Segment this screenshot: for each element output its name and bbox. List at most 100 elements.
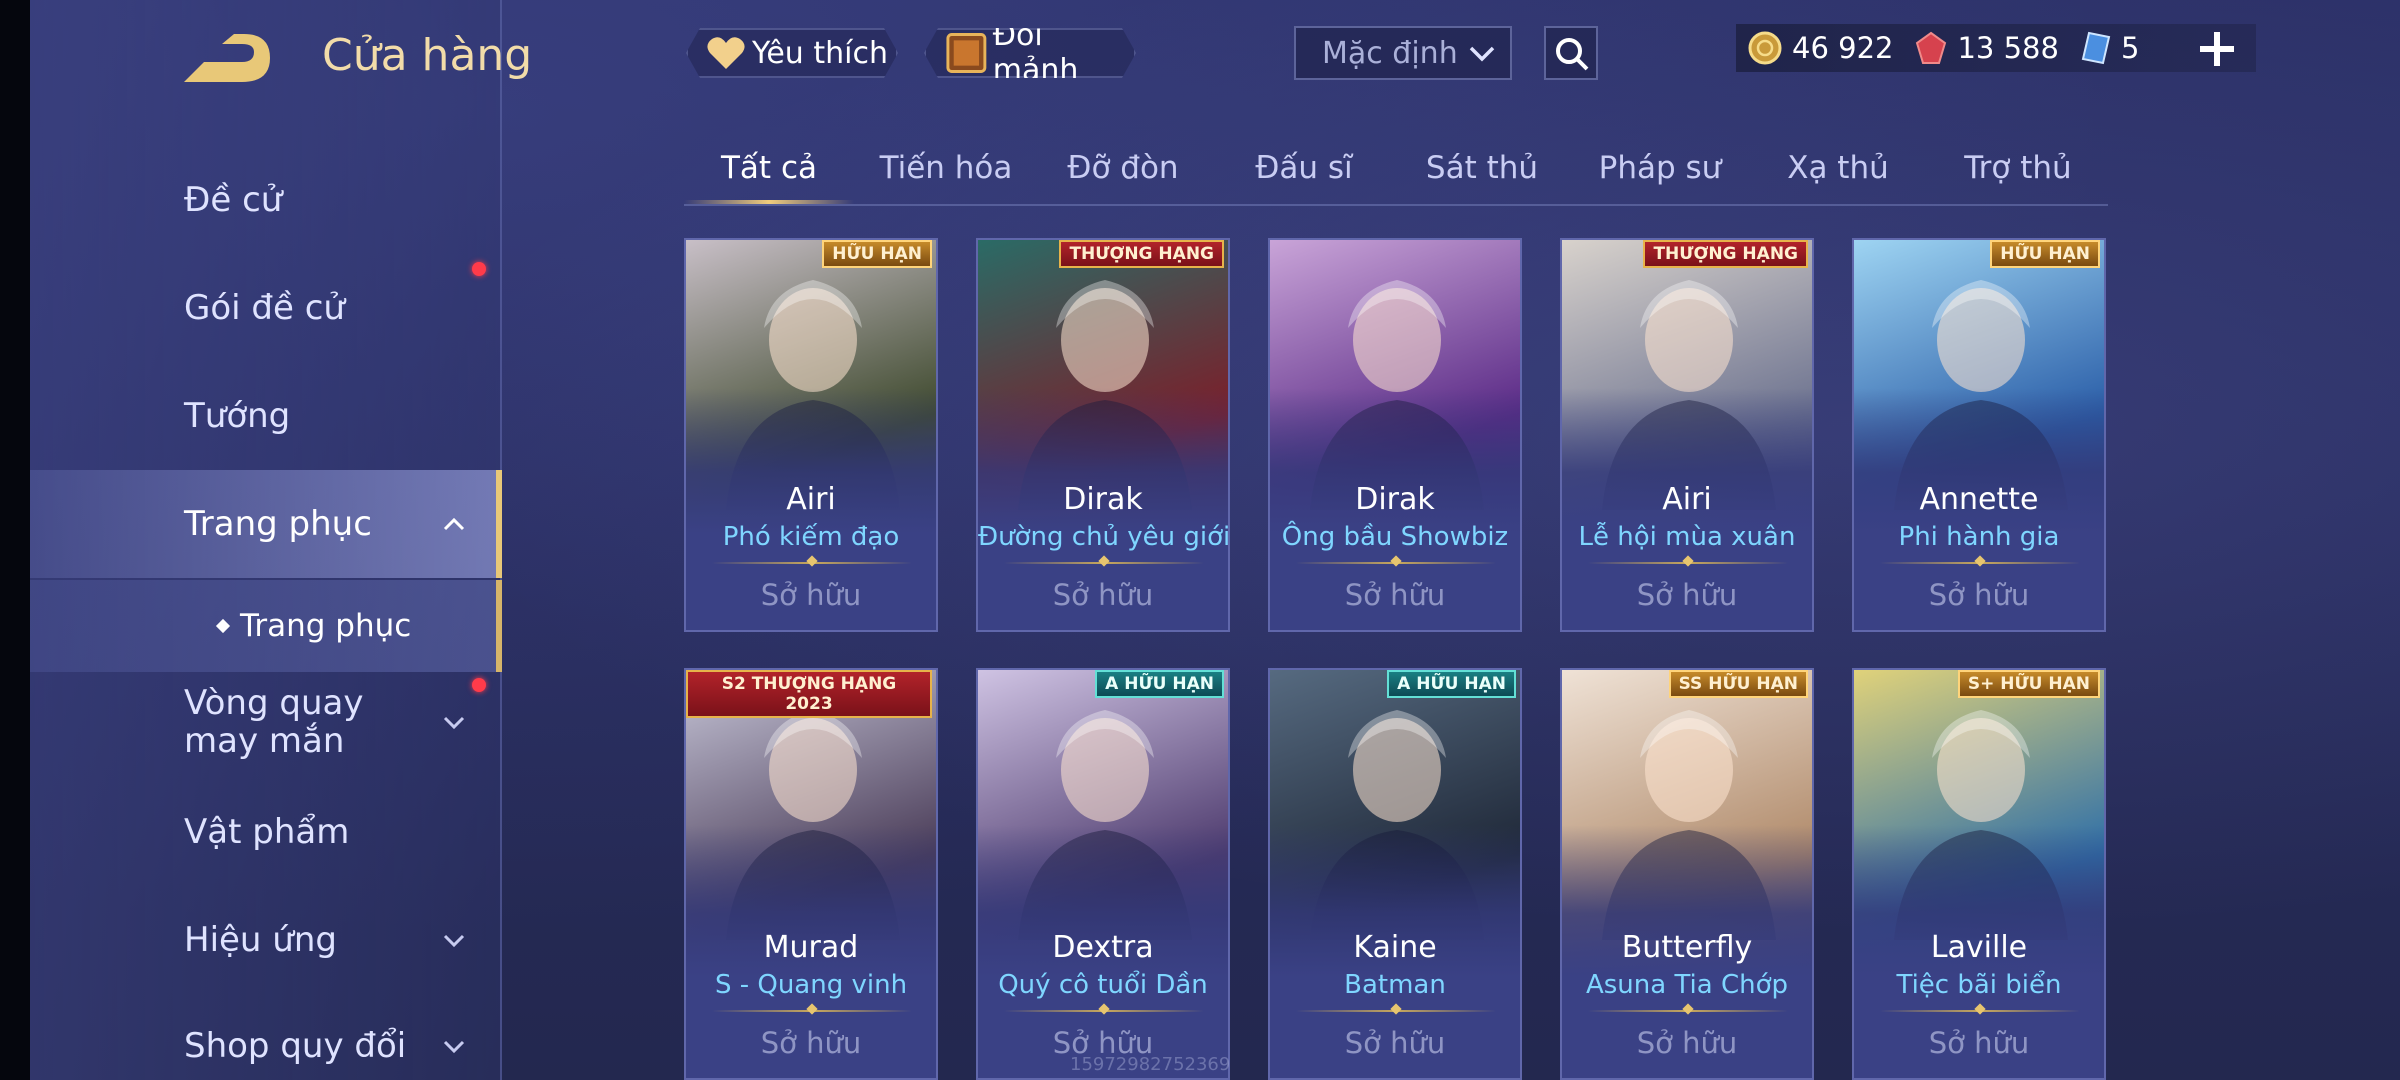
tab-mage[interactable]: Pháp sư [1570, 140, 1750, 204]
tab-label: Trợ thủ [1964, 150, 2072, 186]
active-tab-indicator [684, 200, 854, 204]
add-currency-button[interactable] [2194, 26, 2240, 72]
divider [712, 1010, 912, 1012]
skin-card[interactable]: A HỮU HẠN Kaine Batman Sở hữu [1268, 668, 1522, 1080]
skin-name: Asuna Tia Chớp [1585, 970, 1789, 1000]
skin-name: Lễ hội mùa xuân [1578, 522, 1796, 552]
skin-card[interactable]: S2 THƯỢNG HẠNG 2023 Murad S - Quang vinh Sở… [684, 668, 938, 1080]
rarity-badge: SS HỮU HẠN [1668, 670, 1808, 698]
shard-exchange-label: Đổi mảnh [992, 18, 1079, 88]
hero-name: Dirak [1063, 482, 1143, 517]
chevron-up-icon [443, 517, 465, 531]
owned-status: Sở hữu [1636, 1026, 1738, 1060]
rarity-badge: A HỮU HẠN [1095, 670, 1224, 698]
chevron-down-icon [443, 934, 465, 948]
voucher-amount: 5 [2120, 31, 2140, 65]
favorite-button[interactable]: Yêu thích [686, 28, 898, 78]
owned-status: Sở hữu [1928, 1026, 2030, 1060]
rarity-badge: S2 THƯỢNG HẠNG 2023 [686, 670, 932, 718]
sidebar-item-heroes[interactable]: Tướng [30, 368, 502, 464]
owned-status: Sở hữu [1052, 578, 1154, 612]
skin-card[interactable]: S+ HỮU HẠN Laville Tiệc bãi biển Sở hữu [1852, 668, 2106, 1080]
tab-label: Đỡ đòn [1067, 150, 1179, 186]
tab-marksman[interactable]: Xạ thủ [1748, 140, 1928, 204]
sidebar-item-lucky-wheel[interactable]: Vòng quay may mắn [30, 676, 502, 768]
rarity-badge: S+ HỮU HẠN [1957, 670, 2100, 698]
hero-name: Murad [763, 930, 859, 965]
sidebar-item-skins[interactable]: Trang phục [30, 470, 502, 578]
sidebar-item-label: Vòng quay may mắn [184, 683, 364, 761]
sidebar-item-label: Shop quy đổi [184, 1026, 407, 1066]
tab-assassin[interactable]: Sát thủ [1392, 140, 1572, 204]
chevron-down-icon [443, 1040, 465, 1054]
gold-coin-icon [1748, 31, 1782, 65]
currency-bar: 46 922 13 588 5 [1736, 24, 2256, 72]
skin-name: Phi hành gia [1898, 522, 2060, 552]
rarity-badge: HỮU HẠN [822, 240, 932, 268]
owned-status: Sở hữu [1344, 578, 1446, 612]
tab-fighter[interactable]: Đấu sĩ [1214, 140, 1394, 204]
sidebar-item-label: Tướng [184, 396, 291, 436]
skin-card[interactable]: A HỮU HẠN Dextra Quý cô tuổi Dần Sở hữu [976, 668, 1230, 1080]
sidebar-item-label: Trang phục [184, 504, 372, 544]
hero-name: Laville [1930, 930, 2028, 965]
tab-tank[interactable]: Đỡ đòn [1038, 140, 1208, 204]
tab-all[interactable]: Tất cả [684, 140, 854, 204]
heart-icon [706, 35, 746, 71]
tab-evolution[interactable]: Tiến hóa [856, 140, 1036, 204]
sidebar-item-label: Đề cử [184, 180, 283, 220]
skin-name: S - Quang vinh [714, 970, 908, 1000]
sidebar-item-exchange-shop[interactable]: Shop quy đổi [30, 998, 502, 1080]
sidebar-item-items[interactable]: Vật phẩm [30, 784, 502, 880]
search-button[interactable] [1544, 26, 1598, 80]
skin-card[interactable]: HỮU HẠN Airi Phó kiếm đạo Sở hữu [684, 238, 938, 632]
tab-label: Tiến hóa [879, 150, 1013, 186]
back-arrow-icon[interactable] [182, 32, 282, 88]
hero-name: Dirak [1355, 482, 1435, 517]
divider [1004, 562, 1204, 564]
owned-status: Sở hữu [1928, 578, 2030, 612]
sort-dropdown[interactable]: Mặc định [1294, 26, 1512, 80]
skin-name: Ông bầu Showbiz [1281, 522, 1509, 552]
sidebar-subitem-skins[interactable]: Trang phục [30, 580, 502, 672]
skin-name: Tiệc bãi biển [1896, 970, 2062, 1000]
tab-label: Xạ thủ [1787, 150, 1889, 186]
tab-label: Pháp sư [1598, 150, 1722, 186]
hero-name: Annette [1919, 482, 2039, 517]
screen-edge [0, 0, 30, 1080]
notification-dot [472, 262, 486, 276]
page-title: Cửa hàng [322, 30, 533, 81]
rarity-badge: THƯỢNG HẠNG [1643, 240, 1808, 268]
sidebar-item-recommended-packs[interactable]: Gói đề cử [30, 260, 502, 356]
skin-card[interactable]: HỮU HẠN Annette Phi hành gia Sở hữu [1852, 238, 2106, 632]
rarity-badge: THƯỢNG HẠNG [1059, 240, 1224, 268]
skin-card[interactable]: THƯỢNG HẠNG Dirak Đường chủ yêu giới Sở hữu [976, 238, 1230, 632]
skin-name: Đường chủ yêu giới [978, 522, 1230, 552]
search-icon [1556, 38, 1589, 71]
divider [1880, 562, 2080, 564]
sort-dropdown-value: Mặc định [1322, 35, 1458, 71]
category-tabs: Tất cả Tiến hóa Đỡ đòn Đấu sĩ Sát thủ Ph… [684, 140, 2108, 206]
favorite-label: Yêu thích [752, 35, 888, 71]
sidebar-item-effects[interactable]: Hiệu ứng [30, 892, 502, 988]
skin-card[interactable]: Dirak Ông bầu Showbiz Sở hữu [1268, 238, 1522, 632]
skin-card[interactable]: THƯỢNG HẠNG Airi Lễ hội mùa xuân Sở hữu [1560, 238, 1814, 632]
sidebar-subitem-label: Trang phục [240, 608, 412, 644]
divider [1296, 1010, 1496, 1012]
divider [712, 562, 912, 564]
shard-exchange-button[interactable]: Đổi mảnh [924, 28, 1136, 78]
hero-name: Butterfly [1621, 930, 1753, 965]
tab-label: Sát thủ [1425, 150, 1539, 186]
notification-dot [472, 678, 486, 692]
tab-label: Tất cả [721, 150, 817, 186]
divider [1004, 1010, 1204, 1012]
chevron-down-icon [443, 716, 465, 730]
skin-name: Batman [1344, 970, 1446, 1000]
watermark: 15972982752369 [1070, 1054, 1231, 1075]
hero-name: Kaine [1353, 930, 1437, 965]
sidebar-item-label: Vật phẩm [184, 812, 350, 852]
sidebar-item-recommended[interactable]: Đề cử [30, 152, 502, 248]
tab-support[interactable]: Trợ thủ [1928, 140, 2108, 204]
divider [1588, 562, 1788, 564]
skin-card[interactable]: SS HỮU HẠN Butterfly Asuna Tia Chớp Sở hữu [1560, 668, 1814, 1080]
